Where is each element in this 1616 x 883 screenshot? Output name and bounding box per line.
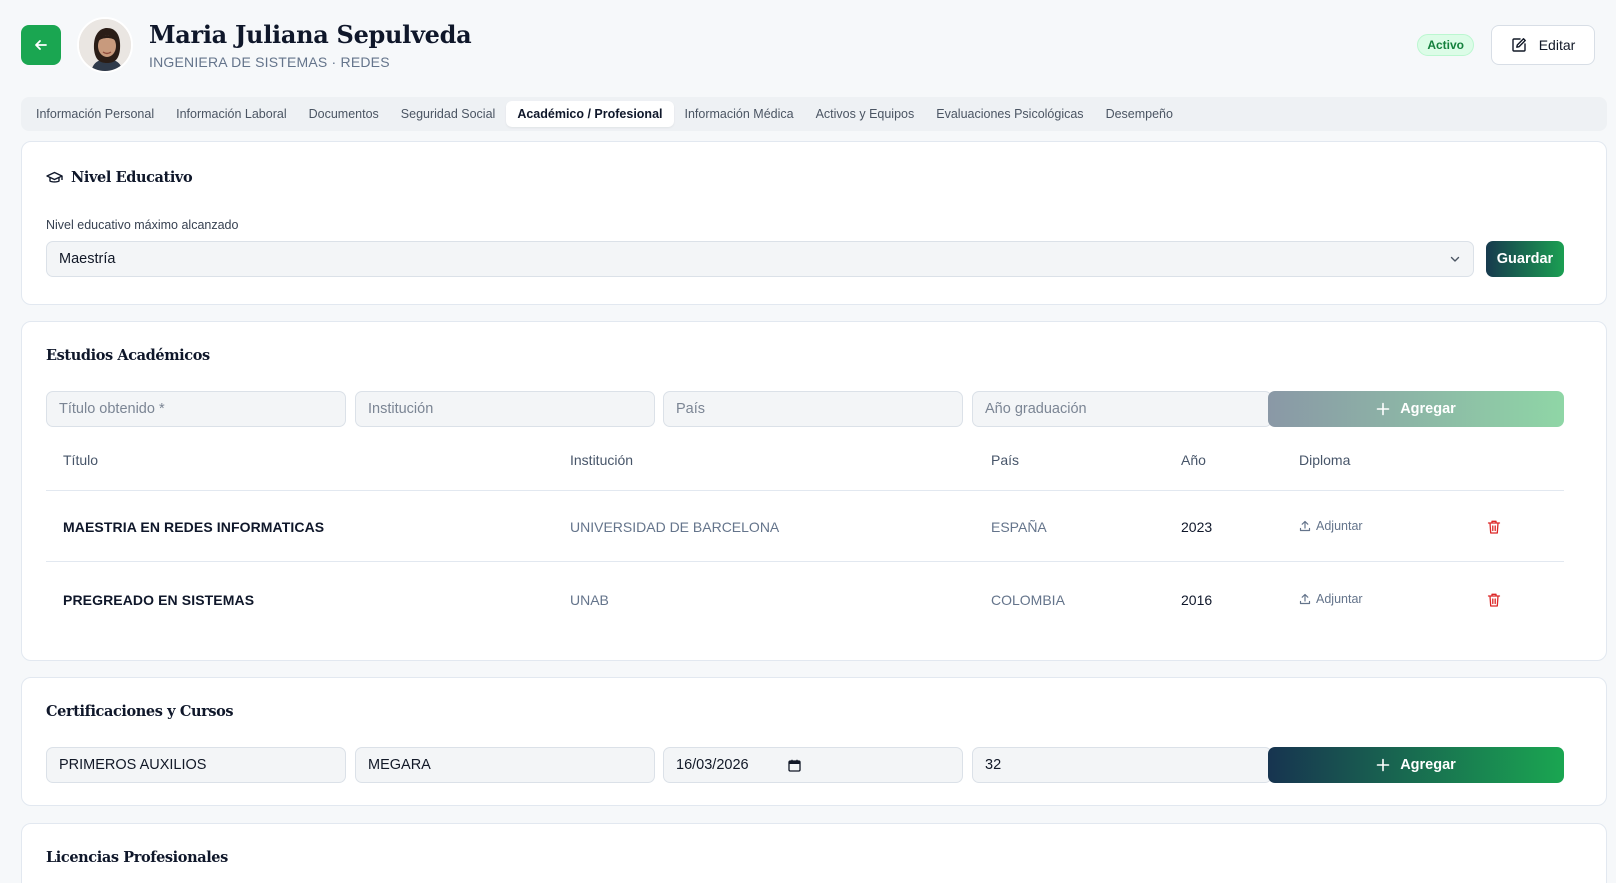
tab-bar: Información Personal Información Laboral… — [21, 97, 1607, 131]
row-2-titulo: PREGREADO EN SISTEMAS — [63, 592, 255, 608]
edit-button[interactable]: Editar — [1491, 25, 1595, 65]
nivel-educativo-card: Nivel Educativo Nivel educativo máximo a… — [21, 141, 1607, 305]
plus-icon — [1376, 402, 1390, 416]
column-header-institucion: Institución — [570, 452, 634, 468]
edit-icon — [1512, 38, 1526, 52]
guardar-button[interactable]: Guardar — [1486, 241, 1564, 277]
column-header-diploma: Diploma — [1299, 452, 1351, 468]
profile-header: Maria Juliana Sepulveda INGENIERA DE SIS… — [21, 17, 1595, 75]
licencias-title: Licencias Profesionales — [46, 849, 228, 866]
row-2-institucion: UNAB — [570, 592, 609, 608]
certificacion-fecha-value: 16/03/2026 — [676, 757, 749, 773]
tab-informacion-laboral[interactable]: Información Laboral — [165, 101, 297, 127]
tab-informacion-medica[interactable]: Información Médica — [674, 101, 805, 127]
tab-academico-profesional[interactable]: Académico / Profesional — [506, 101, 674, 127]
certificacion-fecha-input[interactable]: 16/03/2026 — [663, 747, 963, 783]
anio-graduacion-input[interactable]: Año graduación — [972, 391, 1272, 427]
licencias-card: Licencias Profesionales — [21, 823, 1607, 883]
estudios-academicos-card: Estudios Académicos Título obtenido * In… — [21, 321, 1607, 661]
certificacion-nombre-input[interactable]: PRIMEROS AUXILIOS — [46, 747, 346, 783]
nivel-educativo-heading: Nivel Educativo — [46, 169, 193, 186]
row-1-pais: ESPAÑA — [991, 519, 1047, 535]
row-1-anio: 2023 — [1181, 519, 1213, 535]
estudios-academicos-title: Estudios Académicos — [46, 347, 210, 364]
edit-button-label: Editar — [1538, 37, 1576, 53]
agregar-certificacion-button[interactable]: Agregar — [1268, 747, 1564, 783]
titulo-input[interactable]: Título obtenido * — [46, 391, 346, 427]
column-header-pais: País — [991, 452, 1020, 468]
row-1-titulo: MAESTRIA EN REDES INFORMATICAS — [63, 519, 325, 535]
column-header-anio: Año — [1181, 452, 1206, 468]
tab-seguridad-social[interactable]: Seguridad Social — [390, 101, 507, 127]
institucion-input[interactable]: Institución — [355, 391, 655, 427]
tab-activos-equipos[interactable]: Activos y Equipos — [805, 101, 926, 127]
employee-name: Maria Juliana Sepulveda — [149, 20, 472, 49]
upload-icon — [1299, 520, 1311, 532]
certificacion-horas-input[interactable]: 32 — [972, 747, 1272, 783]
certificacion-entidad-input[interactable]: MEGARA — [355, 747, 655, 783]
nivel-educativo-title: Nivel Educativo — [71, 169, 193, 186]
tab-informacion-personal[interactable]: Información Personal — [25, 101, 165, 127]
pais-input[interactable]: País — [663, 391, 963, 427]
row-2-pais: COLOMBIA — [991, 592, 1065, 608]
graduation-cap-icon — [46, 171, 63, 183]
avatar — [77, 17, 133, 73]
arrow-left-icon — [35, 40, 47, 50]
row-2-adjuntar-button[interactable]: Adjuntar — [1299, 592, 1363, 606]
chevron-down-icon — [1450, 256, 1460, 262]
nivel-educativo-select[interactable]: Maestría — [46, 241, 1474, 277]
column-header-titulo: Título — [63, 452, 99, 468]
certificaciones-title: Certificaciones y Cursos — [46, 703, 234, 720]
row-2-adjuntar-label: Adjuntar — [1316, 592, 1363, 606]
row-2-delete-trash-icon[interactable] — [1487, 592, 1501, 608]
agregar-estudio-button[interactable]: Agregar — [1268, 391, 1564, 427]
certificaciones-card: Certificaciones y Cursos PRIMEROS AUXILI… — [21, 677, 1607, 806]
nivel-educativo-value: Maestría — [59, 251, 116, 267]
row-1-institucion: UNIVERSIDAD DE BARCELONA — [570, 519, 780, 535]
tab-documentos[interactable]: Documentos — [298, 101, 390, 127]
nivel-educativo-label: Nivel educativo máximo alcanzado — [46, 218, 239, 232]
agregar-certificacion-label: Agregar — [1400, 757, 1456, 773]
status-badge: Activo — [1417, 34, 1474, 56]
calendar-icon[interactable] — [788, 759, 801, 772]
plus-icon — [1376, 758, 1390, 772]
row-1-delete-trash-icon[interactable] — [1487, 519, 1501, 535]
agregar-estudio-label: Agregar — [1400, 401, 1456, 417]
row-2-anio: 2016 — [1181, 592, 1213, 608]
row-1-adjuntar-label: Adjuntar — [1316, 519, 1363, 533]
upload-icon — [1299, 593, 1311, 605]
tab-desempeno[interactable]: Desempeño — [1095, 101, 1184, 127]
row-1-adjuntar-button[interactable]: Adjuntar — [1299, 519, 1363, 533]
tab-evaluaciones-psicologicas[interactable]: Evaluaciones Psicológicas — [925, 101, 1094, 127]
employee-role: INGENIERA DE SISTEMAS · REDES — [149, 54, 390, 70]
back-button[interactable] — [21, 25, 61, 65]
table-header-divider — [46, 490, 1564, 491]
table-row-divider — [46, 561, 1564, 562]
